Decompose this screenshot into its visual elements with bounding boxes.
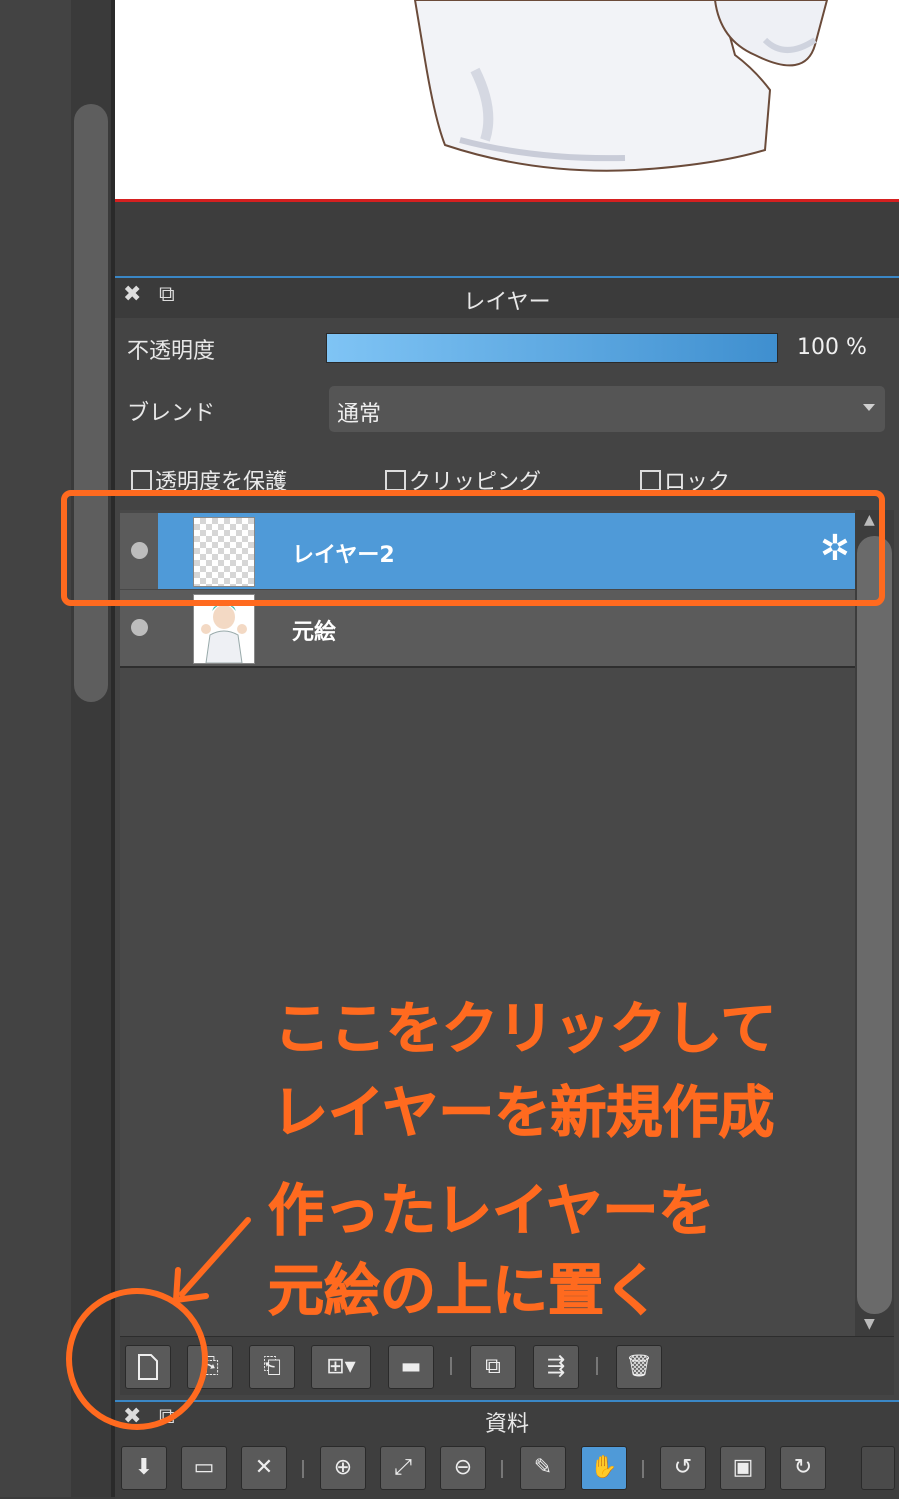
close-reference-button[interactable]: ✕ (241, 1446, 287, 1490)
layer-panel-header: ✖ ⧉ レイヤー (115, 278, 899, 318)
close-icon: ✕ (254, 1455, 274, 1480)
rotate-left-button[interactable]: ↺ (660, 1446, 706, 1490)
duplicate-layer-icon: ⧉ (485, 1354, 501, 1379)
download-icon: ⬇ (134, 1455, 154, 1480)
panel-title: レイヤー (463, 290, 551, 315)
layer-name: 元絵 (292, 620, 337, 645)
open-folder-icon: ▭ (193, 1455, 215, 1480)
circle-callout (66, 1288, 208, 1430)
eyedropper-button[interactable]: ✎ (520, 1446, 566, 1490)
toolbar-separator (596, 1357, 598, 1375)
resize-handle[interactable] (861, 1446, 895, 1490)
rotate-right-icon: ↻ (793, 1455, 813, 1480)
chevron-down-icon (863, 404, 875, 411)
blend-label: ブレンド (127, 401, 216, 426)
fit-screen-button[interactable]: ▣ (720, 1446, 766, 1490)
merge-down-button[interactable]: ⇶ (533, 1345, 579, 1389)
note-line-2: 元絵の上に置く (268, 1259, 661, 1325)
fit-button[interactable]: ⤢ (380, 1446, 426, 1490)
layer-list-scroll-thumb[interactable] (857, 536, 892, 1314)
checkbox-icon (131, 470, 152, 491)
toolbar-separator (302, 1460, 304, 1478)
download-button[interactable]: ⬇ (121, 1446, 167, 1490)
blend-mode-select[interactable]: 通常 (329, 386, 885, 432)
new-1bit-layer-button[interactable]: ⎗ (249, 1345, 295, 1389)
left-scrollbar-thumb[interactable] (74, 104, 108, 702)
add-layer-menu-icon: ⊞▾ (326, 1354, 356, 1379)
duplicate-layer-button[interactable]: ⧉ (470, 1345, 516, 1389)
new-folder-icon: ▬ (400, 1354, 422, 1379)
scroll-down-icon[interactable]: ▼ (864, 1316, 875, 1332)
panel-title: 資料 (484, 1412, 529, 1437)
toolbar-separator (642, 1460, 644, 1478)
blend-mode-value: 通常 (337, 402, 382, 427)
add-layer-menu-button[interactable]: ⊞▾ (311, 1345, 371, 1389)
eyedropper-icon: ✎ (533, 1455, 553, 1480)
eye-dot-icon (131, 619, 148, 636)
new-folder-button[interactable]: ▬ (388, 1345, 434, 1389)
canvas-illustration (413, 0, 829, 172)
instruction-line-2: レイヤーを新規作成 (271, 1081, 775, 1147)
zoom-in-icon: ⊕ (333, 1455, 353, 1480)
delete-layer-button[interactable]: 🗑 (616, 1345, 662, 1389)
callout-arrow (173, 1217, 251, 1303)
opacity-slider[interactable] (326, 333, 778, 363)
rotate-left-icon: ↺ (673, 1455, 693, 1480)
delete-layer-icon: 🗑 (625, 1354, 653, 1379)
reference-panel: ✖ ⧉ 資料 ⬇ ▭ ✕ ⊕ ⤢ ⊖ ✎ ✋ ↺ ▣ ↻ (115, 1400, 899, 1499)
instruction-line-1: ここをクリックして (273, 997, 777, 1063)
toolbar-separator (501, 1460, 503, 1478)
checkbox-icon (385, 470, 406, 491)
fit-icon: ⤢ (394, 1455, 412, 1480)
checkbox-icon (640, 470, 661, 491)
zoom-out-button[interactable]: ⊖ (440, 1446, 486, 1490)
toolbar-separator (450, 1357, 452, 1375)
highlight-box (61, 490, 885, 606)
opacity-value: 100 % (797, 335, 867, 360)
hand-button[interactable]: ✋ (581, 1446, 627, 1490)
opacity-label: 不透明度 (127, 339, 216, 364)
open-folder-button[interactable]: ▭ (181, 1446, 227, 1490)
merge-down-icon: ⇶ (546, 1354, 566, 1379)
new-1bit-layer-icon: ⎗ (263, 1354, 281, 1379)
note-line-1: 作ったレイヤーを (267, 1179, 715, 1245)
layer-toolbar: ⎘ ⎗ ⊞▾ ▬ ⧉ ⇶ 🗑 (120, 1336, 894, 1395)
zoom-in-button[interactable]: ⊕ (320, 1446, 366, 1490)
rotate-right-button[interactable]: ↻ (780, 1446, 826, 1490)
fit-screen-icon: ▣ (732, 1455, 754, 1480)
canvas-margin (115, 202, 899, 276)
hand-icon: ✋ (590, 1455, 618, 1480)
zoom-out-icon: ⊖ (453, 1455, 473, 1480)
canvas-area[interactable] (115, 0, 899, 200)
